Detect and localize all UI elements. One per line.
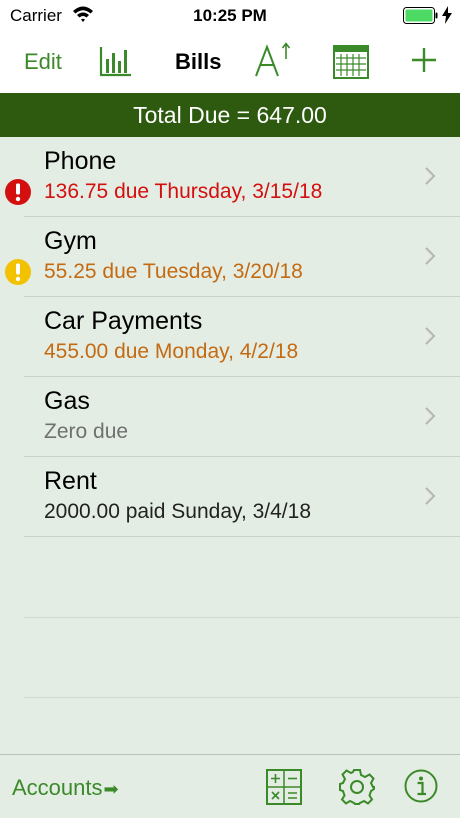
empty-row-divider xyxy=(24,617,460,618)
bill-row-gym[interactable]: Gym 55.25 due Tuesday, 3/20/18 xyxy=(0,217,460,297)
bill-status: 455.00 due Monday, 4/2/18 xyxy=(44,340,299,363)
accounts-button[interactable]: Accounts➡ xyxy=(12,775,119,801)
charging-icon xyxy=(442,6,452,29)
calculator-icon[interactable] xyxy=(266,769,302,810)
bill-row-car-payments[interactable]: Car Payments 455.00 due Monday, 4/2/18 xyxy=(0,297,460,377)
chevron-right-icon xyxy=(424,406,436,431)
chevron-right-icon xyxy=(424,486,436,511)
bill-name: Car Payments xyxy=(44,307,203,335)
add-bill-button[interactable] xyxy=(410,46,438,79)
bill-status: 136.75 due Thursday, 3/15/18 xyxy=(44,180,323,203)
chart-icon[interactable] xyxy=(99,45,133,82)
bill-status: 2000.00 paid Sunday, 3/4/18 xyxy=(44,500,312,523)
empty-row-divider xyxy=(24,697,460,698)
chevron-right-icon xyxy=(424,166,436,191)
page-title: Bills xyxy=(175,49,222,74)
bill-name: Gym xyxy=(44,227,97,255)
bill-name: Phone xyxy=(44,147,117,175)
bottom-toolbar: Accounts➡ xyxy=(0,754,460,818)
bill-row-rent[interactable]: Rent 2000.00 paid Sunday, 3/4/18 xyxy=(0,457,460,537)
arrow-right-icon: ➡ xyxy=(103,779,119,799)
calendar-icon[interactable] xyxy=(333,45,369,84)
bill-row-phone[interactable]: Phone 136.75 due Thursday, 3/15/18 xyxy=(0,137,460,217)
bill-name: Gas xyxy=(44,387,90,415)
bill-status: Zero due xyxy=(44,420,129,443)
row-divider xyxy=(24,536,460,537)
info-icon[interactable] xyxy=(404,769,438,808)
chevron-right-icon xyxy=(424,246,436,271)
battery-icon xyxy=(403,7,439,30)
gear-icon[interactable] xyxy=(338,768,376,811)
bill-row-gas[interactable]: Gas Zero due xyxy=(0,377,460,457)
sort-icon[interactable] xyxy=(253,41,293,86)
chevron-right-icon xyxy=(424,326,436,351)
total-due-banner: Total Due = 647.00 xyxy=(0,93,460,137)
bill-status: 55.25 due Tuesday, 3/20/18 xyxy=(44,260,303,283)
accounts-label: Accounts xyxy=(12,775,103,800)
edit-button[interactable]: Edit xyxy=(24,49,62,75)
bills-list: Phone 136.75 due Thursday, 3/15/18 Gym 5… xyxy=(0,137,460,754)
bill-name: Rent xyxy=(44,467,97,495)
alert-icon xyxy=(4,178,32,211)
warning-icon xyxy=(4,258,32,291)
clock: 10:25 PM xyxy=(193,6,267,25)
status-bar: Carrier 10:25 PM xyxy=(0,0,460,32)
nav-bar: Edit Bills xyxy=(0,32,460,93)
